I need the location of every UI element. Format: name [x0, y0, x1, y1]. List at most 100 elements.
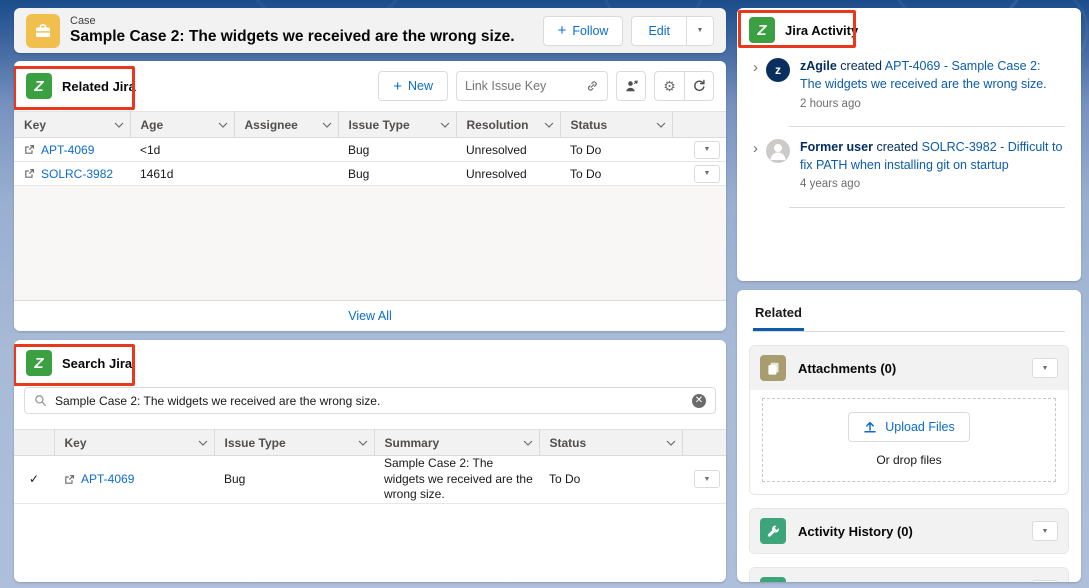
chevron-right-icon[interactable]: › — [753, 139, 758, 159]
file-drop-zone[interactable]: Upload Files Or drop files — [762, 398, 1056, 482]
table-row[interactable]: ✓ APT-4069 Bug Sample Case 2: The widget… — [14, 456, 726, 504]
related-panel: Related Attachments (0) ▼ — [737, 290, 1081, 582]
attachments-menu-button[interactable]: ▼ — [1032, 358, 1058, 378]
chevron-down-icon: ▼ — [704, 170, 711, 177]
activity-issue-link[interactable]: APT-4069 - Sample Case 2: The widgets we… — [800, 59, 1047, 91]
search-jira-title: Search Jira — [62, 356, 132, 371]
search-table-header-row: Key Issue Type Summary Status — [14, 430, 726, 456]
page-title: Sample Case 2: The widgets we received a… — [70, 28, 543, 47]
activity-history-header[interactable]: Activity History (0) ▼ — [750, 509, 1068, 553]
age-cell: 1461d — [130, 162, 234, 186]
column-header-issue-type[interactable]: Issue Type — [338, 112, 456, 138]
divider — [789, 207, 1065, 208]
activity-history-card: Activity History (0) ▼ — [749, 508, 1069, 554]
link-issue-key-field[interactable] — [456, 71, 608, 101]
row-actions-button[interactable]: ▼ — [694, 141, 720, 159]
column-header-key[interactable]: Key — [14, 112, 130, 138]
open-activities-menu-button[interactable]: ▼ — [1032, 580, 1058, 582]
activity-timestamp: 4 years ago — [800, 176, 1065, 192]
sort-chevron-icon — [198, 440, 208, 446]
avatar — [766, 139, 790, 163]
link-issue-key-input[interactable] — [465, 79, 586, 93]
status-cell: To Do — [539, 456, 682, 504]
case-icon — [26, 14, 60, 48]
attachment-icon — [760, 355, 786, 381]
right-column: Z Jira Activity › z zAgile created APT-4… — [737, 8, 1081, 588]
plus-icon: + — [558, 22, 567, 39]
gear-icon: ⚙ — [663, 79, 676, 93]
follow-label: Follow — [572, 24, 608, 38]
chevron-down-icon: ▼ — [1042, 365, 1049, 372]
age-cell: <1d — [130, 138, 234, 162]
resolution-cell: Unresolved — [456, 162, 560, 186]
search-icon — [34, 394, 47, 407]
issue-key-link[interactable]: APT-4069 — [41, 143, 94, 157]
jira-activity-card: Z Jira Activity › z zAgile created APT-4… — [737, 8, 1081, 281]
issue-key-link[interactable]: SOLRC-3982 — [41, 167, 113, 181]
attachments-title: Attachments (0) — [798, 361, 896, 376]
activity-text: zAgile created APT-4069 - Sample Case 2:… — [800, 58, 1065, 112]
column-header-assignee[interactable]: Assignee — [234, 112, 338, 138]
jira-search-field[interactable]: ✕ — [24, 387, 716, 414]
related-jira-table: Key Age Assignee Issue Type Resolution S… — [14, 111, 726, 186]
open-activities-card: Open Activities (0) ▼ — [749, 567, 1069, 582]
jira-activity-title: Jira Activity — [785, 23, 858, 38]
column-header-age[interactable]: Age — [130, 112, 234, 138]
new-label: New — [408, 79, 433, 93]
chevron-right-icon[interactable]: › — [753, 58, 758, 78]
attachments-header[interactable]: Attachments (0) ▼ — [750, 346, 1068, 390]
issue-key-link[interactable]: APT-4069 — [81, 472, 134, 486]
avatar: z — [766, 58, 790, 82]
row-actions-button[interactable]: ▼ — [694, 470, 720, 488]
header-more-actions-button[interactable]: ▼ — [686, 16, 714, 46]
view-all-link[interactable]: View All — [348, 309, 392, 323]
refresh-button[interactable] — [684, 71, 714, 101]
column-header-select — [14, 430, 54, 456]
open-activities-header[interactable]: Open Activities (0) ▼ — [750, 568, 1068, 582]
jira-search-input[interactable] — [55, 394, 692, 408]
activity-actor: zAgile — [800, 59, 837, 73]
activity-item: › Former user created SOLRC-3982 - Diffi… — [737, 133, 1081, 197]
column-header-issue-type[interactable]: Issue Type — [214, 430, 374, 456]
table-row[interactable]: SOLRC-3982 1461d Bug Unresolved To Do ▼ — [14, 162, 726, 186]
related-jira-actions: + New — [378, 71, 714, 101]
chevron-down-icon: ▼ — [704, 146, 711, 153]
follow-button[interactable]: + Follow — [543, 16, 624, 46]
settings-button[interactable]: ⚙ — [654, 71, 684, 101]
table-row[interactable]: APT-4069 <1d Bug Unresolved To Do ▼ — [14, 138, 726, 162]
row-actions-button[interactable]: ▼ — [694, 165, 720, 183]
refresh-icon — [692, 79, 706, 93]
panel-tools: ⚙ — [654, 71, 714, 101]
column-header-key[interactable]: Key — [54, 430, 214, 456]
column-header-resolution[interactable]: Resolution — [456, 112, 560, 138]
left-column: Case Sample Case 2: The widgets we recei… — [14, 8, 726, 588]
tab-related[interactable]: Related — [753, 303, 804, 331]
assignee-cell — [234, 162, 338, 186]
person-icon — [766, 139, 790, 163]
view-all-bar: View All — [14, 301, 726, 331]
sort-chevron-icon — [358, 440, 368, 446]
column-header-status[interactable]: Status — [560, 112, 672, 138]
activity-timestamp: 2 hours ago — [800, 96, 1065, 112]
assign-user-button[interactable] — [616, 71, 646, 101]
external-link-icon — [24, 144, 35, 155]
sort-chevron-icon — [523, 440, 533, 446]
zagile-icon: Z — [26, 73, 52, 99]
edit-button[interactable]: Edit — [631, 16, 686, 46]
new-issue-button[interactable]: + New — [378, 71, 448, 101]
plus-icon: + — [393, 78, 402, 95]
column-header-status[interactable]: Status — [539, 430, 682, 456]
activity-action: created — [876, 140, 918, 154]
sort-chevron-icon — [656, 122, 666, 128]
upload-files-button[interactable]: Upload Files — [848, 412, 969, 442]
zagile-icon: Z — [26, 350, 52, 376]
activity-history-menu-button[interactable]: ▼ — [1032, 521, 1058, 541]
edit-label: Edit — [648, 24, 670, 38]
clear-search-icon[interactable]: ✕ — [692, 394, 706, 408]
selected-check-icon[interactable]: ✓ — [14, 456, 54, 504]
status-cell: To Do — [560, 162, 672, 186]
column-header-summary[interactable]: Summary — [374, 430, 539, 456]
link-icon — [586, 79, 599, 93]
wrench-icon — [760, 577, 786, 582]
attachments-card: Attachments (0) ▼ Upload Files Or drop f… — [749, 345, 1069, 495]
